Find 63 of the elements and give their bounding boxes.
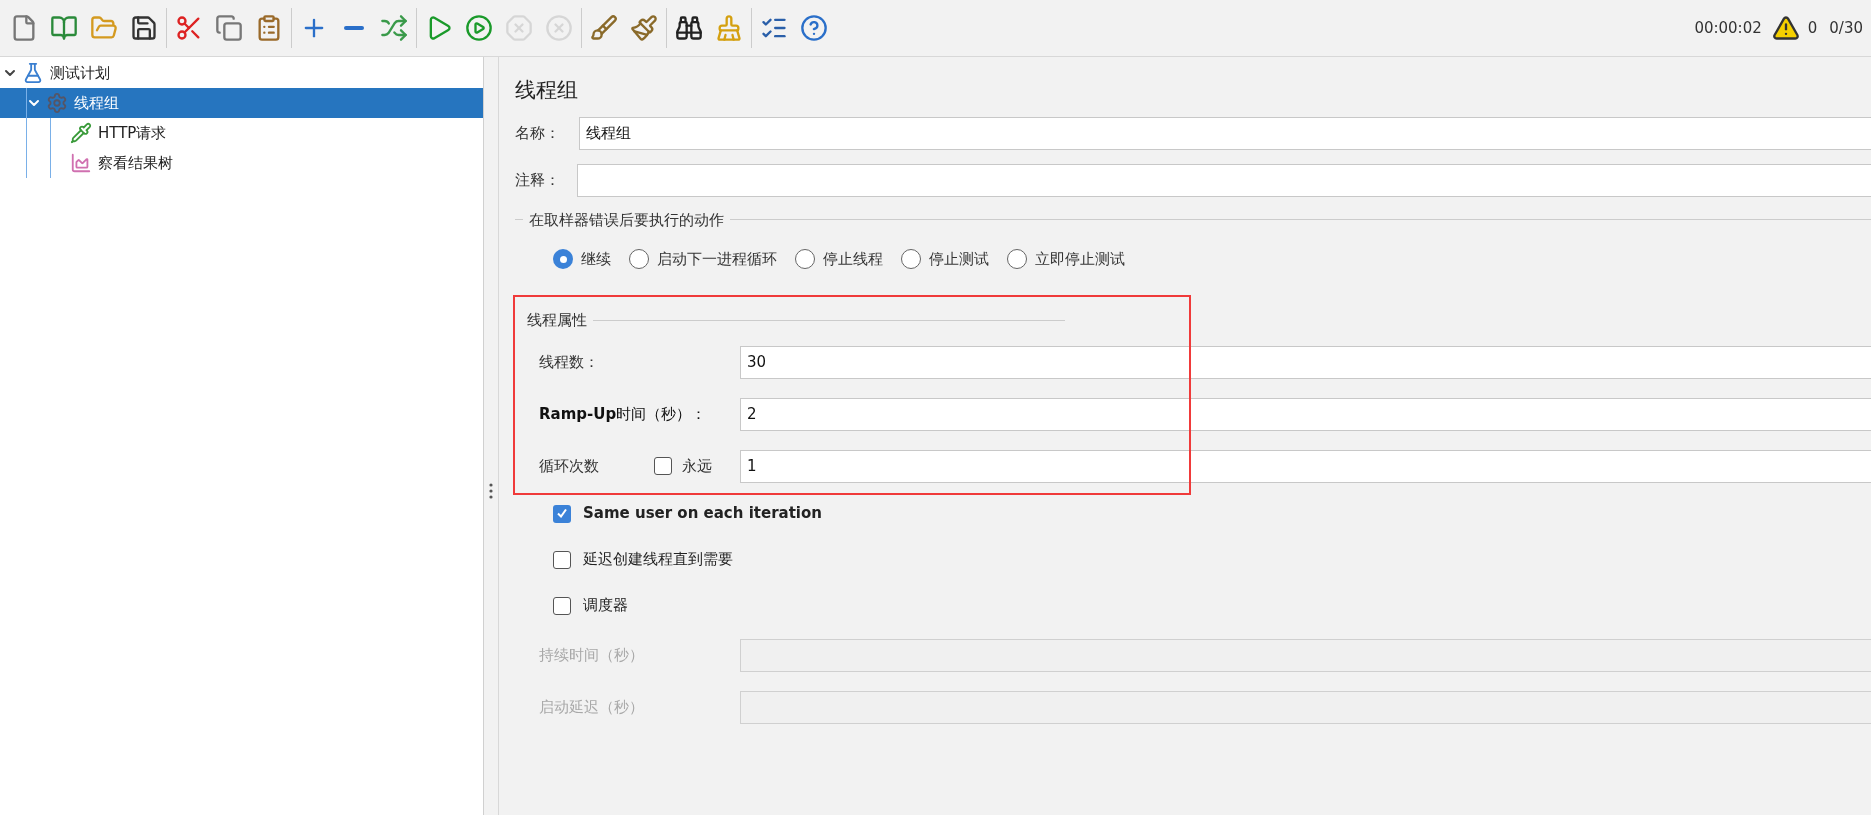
checkbox-label: 调度器 [583,595,628,617]
close-circle-icon [545,14,573,42]
field-label: 名称： [515,122,561,144]
broom-icon [715,14,743,42]
minus-icon [344,26,364,30]
field-label: 注释： [515,169,561,191]
field-label: Ramp-Up时间（秒）： [539,403,708,425]
help-icon [800,14,828,42]
tree-label: 察看结果树 [98,152,173,174]
checkbox[interactable] [553,550,571,569]
ramp-up-field[interactable]: 2 [740,397,1871,431]
field-label: 持续时间（秒） [539,644,645,666]
stop-icon [505,14,533,42]
check-icon [557,509,567,518]
elapsed-time: 00:00:02 [1694,17,1762,39]
checkbox-label: Same user on each iteration [583,503,822,525]
tree-label: 线程组 [74,92,119,114]
splitter-handle-icon[interactable] [489,483,493,499]
tree-item[interactable]: 察看结果树 [0,148,483,178]
error-count: 0 [1807,17,1818,39]
copy-icon [215,14,243,42]
checkbox[interactable] [553,504,571,523]
name-field[interactable]: 线程组 [579,116,1871,150]
panel-title: 线程组 [515,77,578,104]
field-label: 启动延迟（秒） [539,696,645,718]
binoculars-icon [675,14,703,42]
radio-label: 停止线程 [823,248,883,270]
radio-label: 立即停止测试 [1035,248,1125,270]
radio-button[interactable] [629,249,649,269]
field-label: 线程数： [539,351,600,373]
radio-button[interactable] [1007,249,1027,269]
shuffle-icon [380,14,408,42]
save-icon [130,14,158,42]
tree-item[interactable]: HTTP请求 [0,118,483,148]
flask-icon [22,62,44,84]
radio-label: 继续 [581,248,611,270]
brush-icon [590,14,618,42]
radio-label: 停止测试 [929,248,989,270]
tree-label: 测试计划 [50,62,110,84]
radio-button[interactable] [795,249,815,269]
field-label: 循环次数 [539,455,600,477]
checkbox-label: 永远 [682,455,713,477]
tree-label: HTTP请求 [98,122,167,144]
group-legend: 在取样器错误后要执行的动作 [529,208,724,231]
active-threads: 0/30 [1829,17,1863,39]
book-icon [50,14,78,42]
dropper-icon [70,122,92,144]
loop-count-field[interactable]: 1 [740,449,1871,483]
play-circle-icon [465,14,493,42]
gear-icon [46,92,68,114]
group-legend: 线程属性 [527,309,587,332]
thread-count-field[interactable]: 30 [740,345,1871,379]
radio-button[interactable] [901,249,921,269]
checkbox[interactable] [654,457,672,475]
warning-icon[interactable] [1771,14,1800,42]
tree-item[interactable]: 线程组 [0,88,483,118]
chart-icon [70,152,92,174]
comment-field[interactable] [577,163,1871,197]
checkbox-label: 延迟创建线程直到需要 [583,549,733,571]
checkbox[interactable] [553,596,571,615]
radio-button[interactable] [553,249,573,269]
radio-label: 启动下一进程循环 [657,248,777,270]
tree-item[interactable]: 测试计划 [0,58,483,88]
